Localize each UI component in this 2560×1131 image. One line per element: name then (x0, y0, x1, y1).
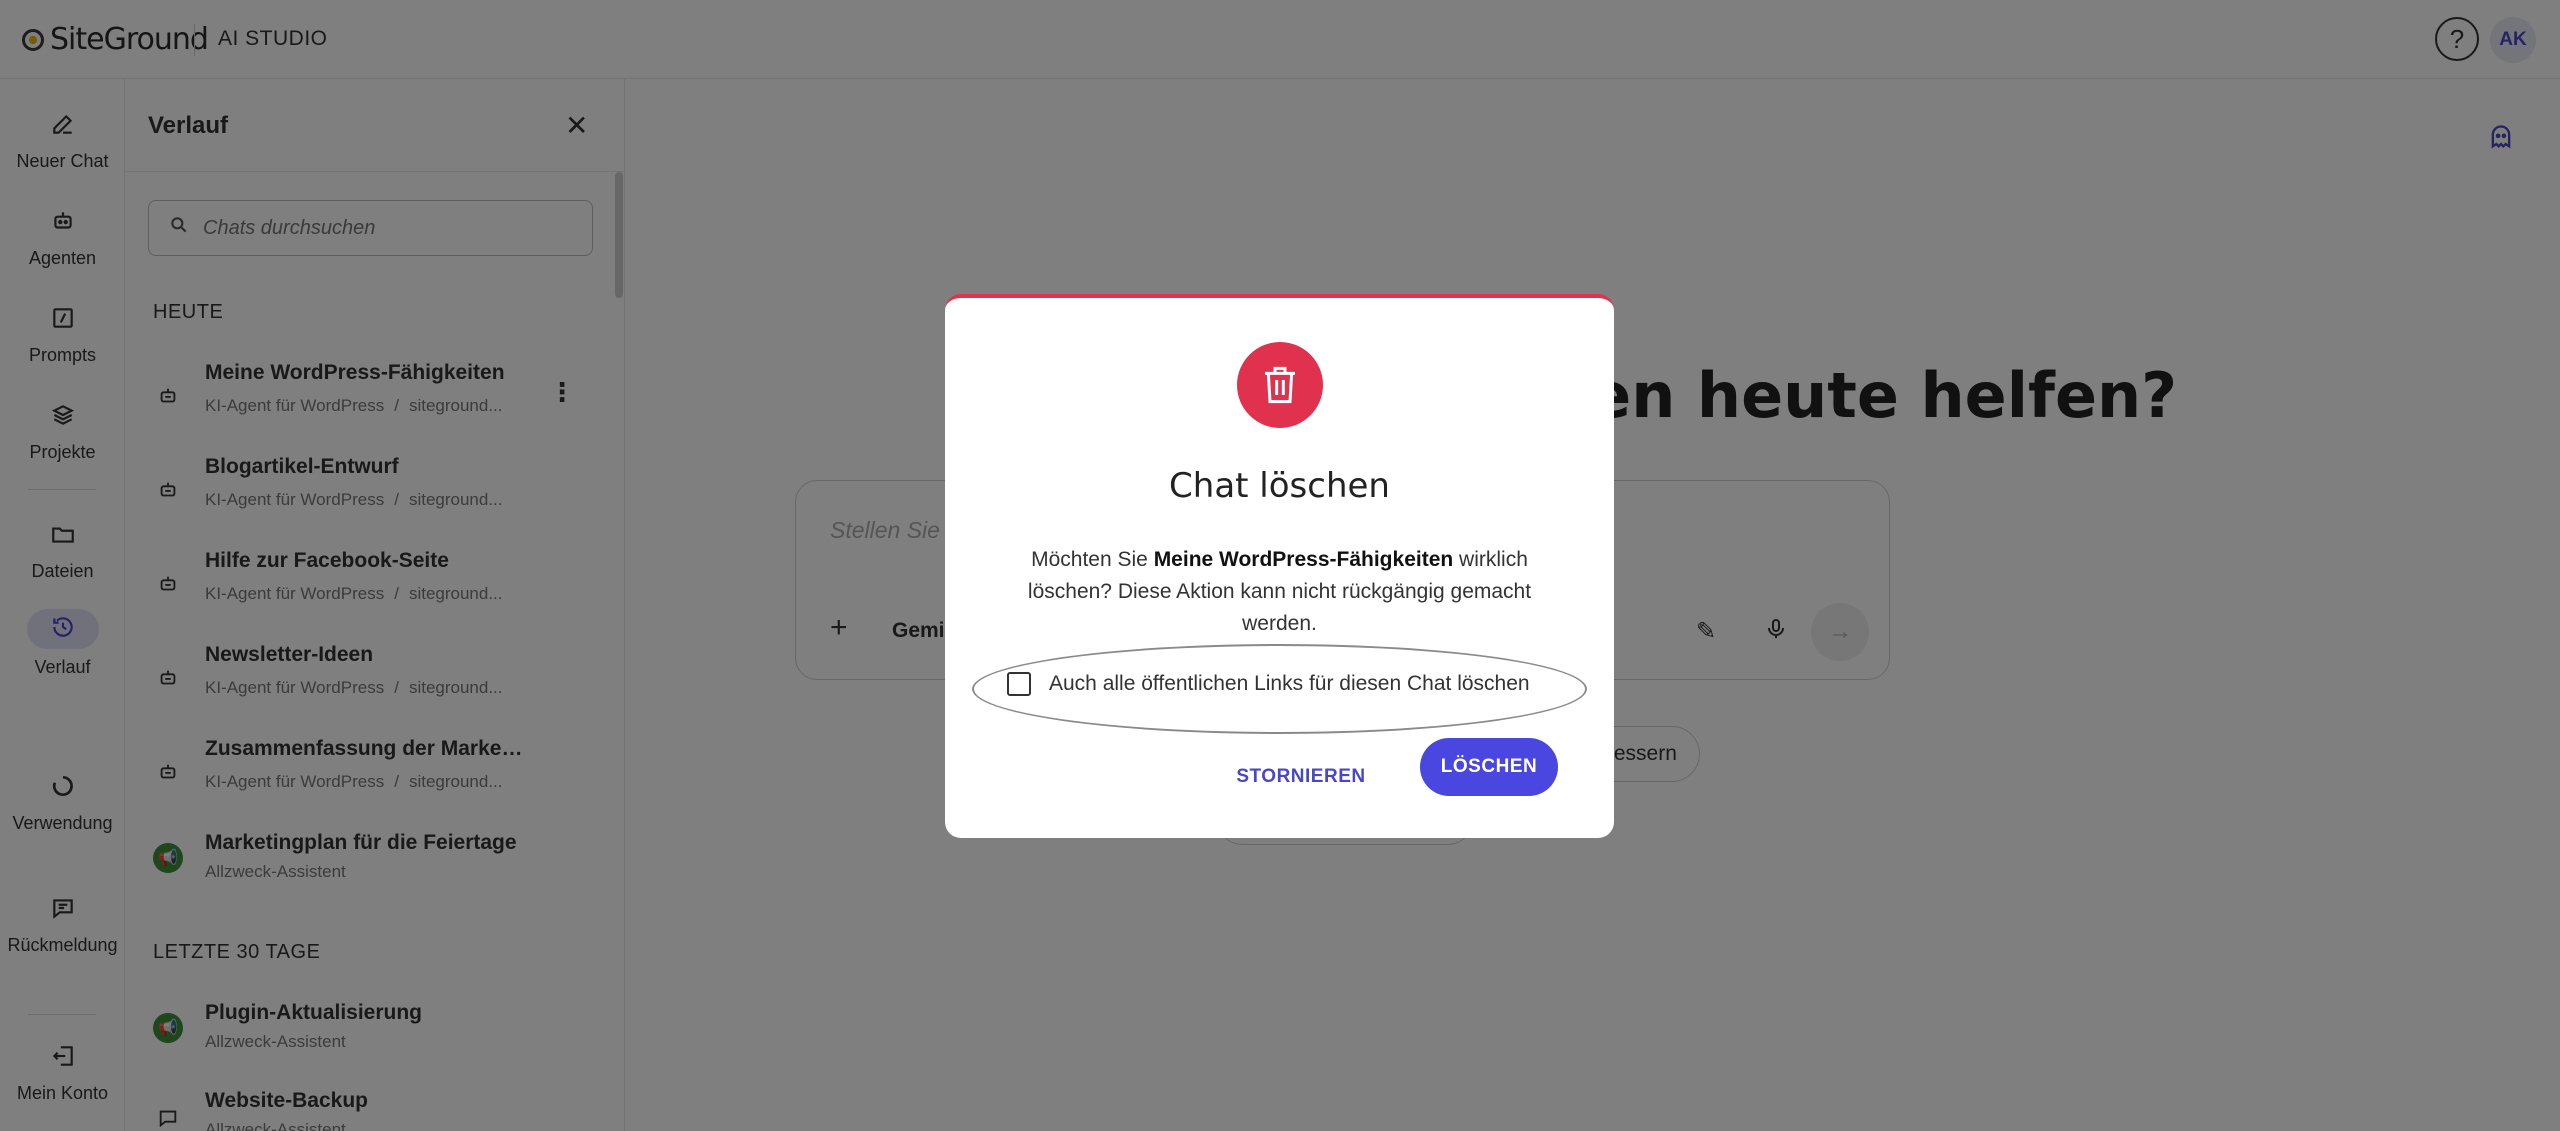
delete-links-checkbox[interactable] (1007, 672, 1031, 696)
dialog-chat-name: Meine WordPress-Fähigkeiten (1153, 548, 1454, 571)
dialog-message-start: Möchten Sie (1031, 548, 1154, 571)
dialog-title: Chat löschen (1169, 466, 1390, 506)
cancel-button[interactable]: STORNIEREN (1227, 748, 1375, 806)
trash-icon (1237, 342, 1323, 428)
delete-chat-dialog: Chat löschen Möchten Sie Meine WordPress… (945, 294, 1614, 838)
dialog-message: Möchten Sie Meine WordPress-Fähigkeiten … (1015, 544, 1544, 640)
checkbox-label[interactable]: Auch alle öffentlichen Links für diesen … (1049, 672, 1530, 696)
delete-button[interactable]: LÖSCHEN (1420, 738, 1558, 796)
delete-public-links-option[interactable]: Auch alle öffentlichen Links für diesen … (1007, 672, 1530, 696)
